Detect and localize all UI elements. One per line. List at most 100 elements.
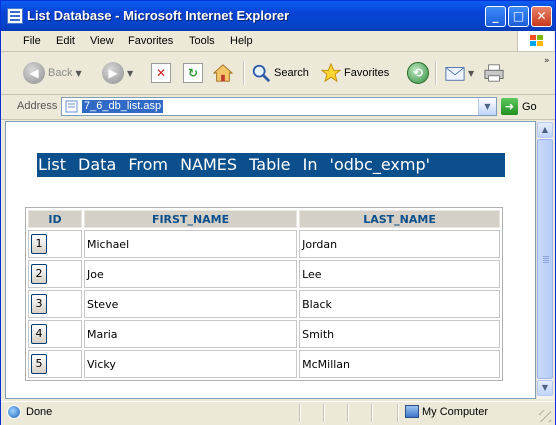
id-cell: 1 [28, 230, 82, 258]
history-icon: ⟲ [407, 62, 429, 84]
close-button[interactable]: ✕ [531, 6, 552, 27]
page-icon [65, 100, 79, 113]
stop-button[interactable]: ✕ [151, 59, 171, 87]
back-button[interactable]: ◀ Back ▼ [23, 59, 82, 87]
last-name-cell: Smith [299, 320, 500, 348]
resize-grip[interactable] [539, 410, 551, 422]
column-header-last-name: LAST_NAME [299, 210, 500, 228]
table-row: 4 Maria Smith [28, 320, 500, 348]
go-button[interactable]: ➜ Go [501, 98, 537, 115]
close-icon: ✕ [536, 9, 547, 23]
scroll-thumb[interactable] [537, 139, 553, 379]
go-label: Go [522, 100, 537, 113]
security-zone-label: My Computer [422, 406, 489, 418]
mail-icon [445, 63, 465, 83]
toolbar-overflow-icon[interactable]: » [544, 56, 550, 66]
id-cell: 2 [28, 260, 82, 288]
id-button[interactable]: 1 [31, 234, 47, 254]
id-button[interactable]: 4 [31, 324, 47, 344]
menu-favorites[interactable]: Favorites [128, 35, 173, 47]
menu-edit[interactable]: Edit [56, 35, 75, 47]
scroll-up-icon: ▲ [541, 125, 549, 134]
id-button[interactable]: 5 [31, 354, 47, 374]
first-name-cell: Joe [84, 260, 298, 288]
status-divider [371, 404, 373, 422]
toolbar-separator [435, 61, 437, 85]
id-cell: 4 [28, 320, 82, 348]
toolbar-separator [243, 61, 245, 85]
address-dropdown-icon[interactable]: ▼ [478, 98, 496, 115]
address-label: Address [17, 100, 58, 112]
table-row: 1 Michael Jordan [28, 230, 500, 258]
first-name-cell: Maria [84, 320, 298, 348]
minimize-button[interactable]: _ [485, 6, 506, 27]
address-value[interactable]: 7_6_db_list.asp [82, 100, 164, 113]
status-divider [347, 404, 349, 422]
document-icon [7, 8, 23, 24]
mail-button[interactable]: ▼ [445, 59, 474, 87]
id-cell: 3 [28, 290, 82, 318]
refresh-icon: ↻ [183, 63, 203, 83]
table-row: 3 Steve Black [28, 290, 500, 318]
favorites-button[interactable]: Favorites [321, 59, 389, 87]
back-arrow-icon: ◀ [23, 62, 45, 84]
status-divider [323, 404, 325, 422]
names-table: ID FIRST_NAME LAST_NAME 1 Michael Jordan… [25, 207, 503, 381]
scroll-down-icon: ▼ [541, 383, 549, 392]
window-title: List Database - Microsoft Internet Explo… [27, 8, 290, 23]
menu-file[interactable]: File [23, 35, 41, 47]
forward-dropdown-icon[interactable]: ▼ [127, 69, 133, 78]
scroll-up-button[interactable]: ▲ [537, 122, 553, 138]
id-button[interactable]: 3 [31, 294, 47, 314]
ie-page-icon [7, 405, 21, 419]
favorites-label: Favorites [344, 67, 390, 79]
first-name-cell: Vicky [84, 350, 298, 378]
stop-icon: ✕ [151, 63, 171, 83]
star-icon [321, 62, 341, 83]
last-name-cell: Lee [299, 260, 500, 288]
first-name-cell: Steve [84, 290, 298, 318]
forward-button[interactable]: ▶ ▼ [102, 59, 133, 87]
toolbar: ◀ Back ▼ ▶ ▼ ✕ ↻ Search Favorites ⟲ ▼ » [1, 52, 555, 95]
id-cell: 5 [28, 350, 82, 378]
last-name-cell: Black [299, 290, 500, 318]
search-label: Search [274, 67, 309, 79]
menu-view[interactable]: View [90, 35, 114, 47]
search-button[interactable]: Search [251, 59, 309, 87]
maximize-icon: □ [512, 9, 525, 23]
back-label: Back [48, 67, 73, 79]
home-icon [213, 63, 233, 83]
go-arrow-icon: ➜ [501, 98, 518, 115]
column-header-id: ID [28, 210, 82, 228]
address-input[interactable]: 7_6_db_list.asp ▼ [61, 97, 497, 116]
computer-icon [405, 405, 419, 418]
title-bar[interactable]: List Database - Microsoft Internet Explo… [1, 1, 555, 31]
page-content: List Data From NAMES Table In 'odbc_exmp… [5, 121, 536, 399]
scroll-down-button[interactable]: ▼ [537, 380, 553, 396]
windows-logo [517, 31, 554, 51]
history-button[interactable]: ⟲ [407, 59, 429, 87]
mail-dropdown-icon[interactable]: ▼ [468, 69, 474, 78]
browser-window: List Database - Microsoft Internet Explo… [0, 0, 556, 425]
first-name-cell: Michael [84, 230, 298, 258]
last-name-cell: McMillan [299, 350, 500, 378]
minimize-icon: _ [492, 9, 499, 23]
column-header-first-name: FIRST_NAME [84, 210, 298, 228]
print-button[interactable] [484, 59, 504, 87]
search-icon [251, 63, 271, 83]
back-dropdown-icon[interactable]: ▼ [75, 69, 81, 78]
table-header-row: ID FIRST_NAME LAST_NAME [28, 210, 500, 228]
last-name-cell: Jordan [299, 230, 500, 258]
maximize-button[interactable]: □ [508, 6, 529, 27]
home-button[interactable] [213, 59, 233, 87]
page-heading: List Data From NAMES Table In 'odbc_exmp… [37, 153, 505, 177]
printer-icon [484, 63, 504, 83]
id-button[interactable]: 2 [31, 264, 47, 284]
menu-tools[interactable]: Tools [189, 35, 215, 47]
status-bar: Done My Computer [1, 401, 555, 425]
vertical-scrollbar[interactable]: ▲ ▼ [536, 121, 553, 399]
menu-help[interactable]: Help [230, 35, 253, 47]
table-row: 5 Vicky McMillan [28, 350, 500, 378]
refresh-button[interactable]: ↻ [183, 59, 203, 87]
status-divider [397, 404, 399, 422]
